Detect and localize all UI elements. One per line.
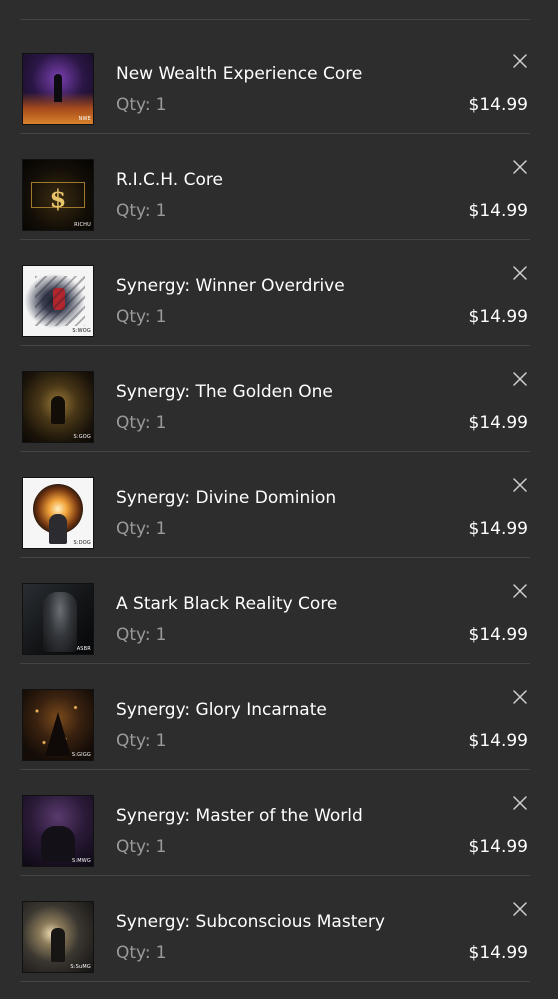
product-thumbnail[interactable]: NWE <box>22 53 94 125</box>
product-thumbnail[interactable]: S:MWG <box>22 795 94 867</box>
cart-item[interactable]: S:MWG Synergy: Master of the World Qty: 1… <box>20 770 530 876</box>
cart-item[interactable]: $ RICHU R.I.C.H. Core Qty: 1 $14.99 <box>20 134 530 240</box>
item-quantity: Qty: 1 <box>116 943 167 963</box>
cart-item[interactable]: S:GOG Synergy: The Golden One Qty: 1 $14.… <box>20 346 530 452</box>
remove-item-button[interactable] <box>512 159 528 175</box>
close-icon <box>513 902 527 916</box>
item-quantity: Qty: 1 <box>116 731 167 751</box>
item-price: $14.99 <box>468 625 528 645</box>
item-price: $14.99 <box>468 201 528 221</box>
item-price: $14.99 <box>468 519 528 539</box>
cart-item[interactable]: S:GIGG Synergy: Glory Incarnate Qty: 1 $1… <box>20 664 530 770</box>
divider <box>20 19 530 20</box>
remove-item-button[interactable] <box>512 371 528 387</box>
item-title: Synergy: Divine Dominion <box>116 488 337 508</box>
cart-item[interactable]: S:SuMG Synergy: Subconscious Mastery Qty… <box>20 876 530 982</box>
item-quantity: Qty: 1 <box>116 307 167 327</box>
item-title: R.I.C.H. Core <box>116 170 223 190</box>
product-thumbnail[interactable]: S:GOG <box>22 371 94 443</box>
cart-item-list: NWE New Wealth Experience Core Qty: 1 $14… <box>0 0 558 999</box>
item-title: Synergy: Master of the World <box>116 806 363 826</box>
cart-item[interactable]: S:DOG Synergy: Divine Dominion Qty: 1 $14… <box>20 452 530 558</box>
item-quantity: Qty: 1 <box>116 625 167 645</box>
item-title: Synergy: The Golden One <box>116 382 333 402</box>
remove-item-button[interactable] <box>512 53 528 69</box>
cart-item[interactable]: NWE New Wealth Experience Core Qty: 1 $14… <box>20 28 530 134</box>
close-icon <box>513 160 527 174</box>
thumbnail-code: NWE <box>78 116 91 122</box>
product-thumbnail[interactable]: S:DOG <box>22 477 94 549</box>
close-icon <box>513 372 527 386</box>
thumbnail-code: S:GIGG <box>71 752 91 758</box>
close-icon <box>513 796 527 810</box>
remove-item-button[interactable] <box>512 583 528 599</box>
remove-item-button[interactable] <box>512 901 528 917</box>
thumbnail-code: RICHU <box>74 222 91 228</box>
close-icon <box>513 266 527 280</box>
item-title: Synergy: Winner Overdrive <box>116 276 345 296</box>
item-quantity: Qty: 1 <box>116 837 167 857</box>
product-thumbnail[interactable]: S:WOG <box>22 265 94 337</box>
remove-item-button[interactable] <box>512 265 528 281</box>
product-thumbnail[interactable]: S:GIGG <box>22 689 94 761</box>
thumbnail-code: S:GOG <box>73 434 91 440</box>
cart-item[interactable]: S:WOG Synergy: Winner Overdrive Qty: 1 $1… <box>20 240 530 346</box>
item-title: New Wealth Experience Core <box>116 64 363 84</box>
cart-item[interactable]: ASBR A Stark Black Reality Core Qty: 1 $1… <box>20 558 530 664</box>
thumbnail-code: S:SuMG <box>70 964 91 970</box>
product-thumbnail[interactable]: S:SuMG <box>22 901 94 973</box>
product-thumbnail[interactable]: $ RICHU <box>22 159 94 231</box>
thumbnail-code: S:MWG <box>72 858 91 864</box>
thumbnail-code: S:WOG <box>72 328 91 334</box>
item-price: $14.99 <box>468 413 528 433</box>
item-price: $14.99 <box>468 943 528 963</box>
close-icon <box>513 690 527 704</box>
remove-item-button[interactable] <box>512 795 528 811</box>
remove-item-button[interactable] <box>512 477 528 493</box>
item-quantity: Qty: 1 <box>116 201 167 221</box>
product-thumbnail[interactable]: ASBR <box>22 583 94 655</box>
item-quantity: Qty: 1 <box>116 413 167 433</box>
item-quantity: Qty: 1 <box>116 95 167 115</box>
item-price: $14.99 <box>468 731 528 751</box>
item-quantity: Qty: 1 <box>116 519 167 539</box>
item-price: $14.99 <box>468 307 528 327</box>
thumbnail-code: ASBR <box>76 646 91 652</box>
item-title: A Stark Black Reality Core <box>116 594 338 614</box>
close-icon <box>513 54 527 68</box>
thumbnail-code: S:DOG <box>73 540 91 546</box>
close-icon <box>513 478 527 492</box>
close-icon <box>513 584 527 598</box>
item-title: Synergy: Subconscious Mastery <box>116 912 385 932</box>
remove-item-button[interactable] <box>512 689 528 705</box>
item-price: $14.99 <box>468 95 528 115</box>
item-title: Synergy: Glory Incarnate <box>116 700 327 720</box>
item-price: $14.99 <box>468 837 528 857</box>
